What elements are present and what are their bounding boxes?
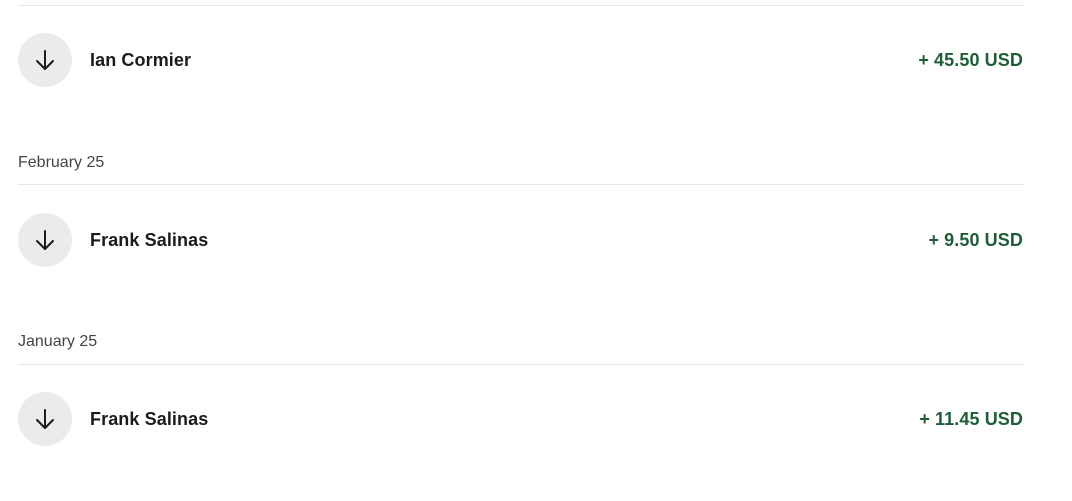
transaction-row[interactable]: Ian Cormier + 45.50 USD bbox=[18, 33, 1023, 87]
transaction-counterparty: Ian Cormier bbox=[90, 49, 192, 70]
transaction-amount: + 11.45 USD bbox=[919, 408, 1023, 429]
transaction-counterparty: Frank Salinas bbox=[90, 408, 209, 429]
transaction-counterparty: Frank Salinas bbox=[90, 229, 209, 250]
divider bbox=[18, 184, 1023, 185]
arrow-down-icon bbox=[18, 213, 72, 267]
arrow-down-icon bbox=[18, 33, 72, 87]
transaction-amount: + 9.50 USD bbox=[928, 229, 1023, 250]
transaction-row[interactable]: Frank Salinas + 9.50 USD bbox=[18, 213, 1023, 267]
date-header: January 25 bbox=[18, 333, 98, 350]
arrow-down-icon bbox=[18, 392, 72, 446]
date-header: February 25 bbox=[18, 154, 105, 171]
transaction-amount: + 45.50 USD bbox=[918, 49, 1023, 70]
transaction-row[interactable]: Frank Salinas + 11.45 USD bbox=[18, 392, 1023, 446]
divider bbox=[18, 5, 1023, 6]
divider bbox=[18, 364, 1023, 365]
